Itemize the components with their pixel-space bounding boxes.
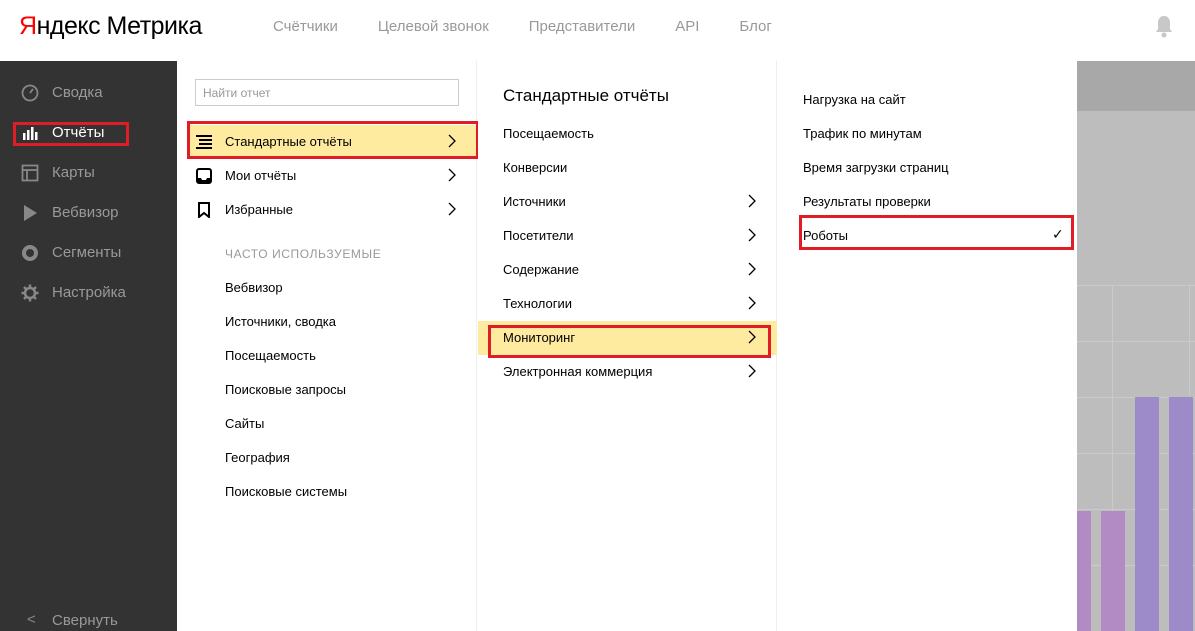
gear-icon [21, 284, 39, 302]
report-item-label: Трафик по минутам [803, 126, 922, 141]
logo[interactable]: Яндекс Метрика [19, 10, 202, 42]
checkmark-icon: ✓ [1052, 226, 1064, 242]
report-item-technologies[interactable]: Технологии [478, 287, 777, 321]
chevron-right-icon [748, 228, 756, 242]
report-item-ecommerce[interactable]: Электронная коммерция [478, 355, 777, 389]
reports-menu: Стандартные отчёты Мои отчёты Избранные … [177, 61, 479, 631]
nav-counters[interactable]: Счётчики [273, 17, 338, 37]
menu-item-my-reports[interactable]: Мои отчёты [187, 159, 477, 193]
grid-line [1077, 285, 1195, 286]
report-item-check-results[interactable]: Результаты проверки [778, 185, 1077, 219]
frequent-item[interactable]: Источники, сводка [225, 313, 336, 331]
chart-bar [1169, 397, 1193, 631]
frequent-section-title: ЧАСТО ИСПОЛЬЗУЕМЫЕ [225, 247, 382, 261]
nav-target-call[interactable]: Целевой звонок [378, 17, 489, 37]
frequent-item[interactable]: Вебвизор [225, 279, 283, 297]
frequent-item[interactable]: Сайты [225, 415, 264, 433]
report-item-label: Результаты проверки [803, 194, 931, 209]
background-toolbar [1077, 61, 1195, 111]
chevron-right-icon [748, 364, 756, 378]
chevron-right-icon [448, 134, 456, 148]
bell-icon[interactable] [1154, 14, 1174, 38]
menu-item-label: Стандартные отчёты [225, 134, 352, 149]
report-item-label: Электронная коммерция [503, 364, 653, 379]
sidebar-item-label: Сводка [52, 84, 103, 101]
chart-bar [1101, 511, 1125, 631]
chevron-right-icon [748, 262, 756, 276]
chevron-right-icon [748, 194, 756, 208]
nav-blog[interactable]: Блог [739, 17, 771, 37]
frequent-item[interactable]: Поисковые системы [225, 483, 347, 501]
standard-reports-panel: Стандартные отчёты Посещаемость Конверси… [478, 61, 777, 631]
background-page-overlay [1077, 61, 1195, 631]
sidebar-item-label: Сегменты [52, 244, 122, 261]
collapse-label: Свернуть [52, 612, 118, 629]
menu-item-label: Избранные [225, 202, 293, 217]
report-item-label: Посещаемость [503, 126, 594, 141]
frequent-item[interactable]: Посещаемость [225, 347, 316, 365]
logo-ya: Я [19, 12, 37, 40]
grid-line [1077, 341, 1195, 342]
chevron-right-icon [448, 168, 456, 182]
inbox-icon [196, 168, 212, 184]
report-item-sources[interactable]: Источники [478, 185, 777, 219]
sidebar-item-summary[interactable]: Сводка [0, 73, 177, 113]
annotation-highlight-reports [13, 122, 129, 146]
menu-item-standard-reports[interactable]: Стандартные отчёты [187, 125, 477, 159]
top-nav: Счётчики Целевой звонок Представители AP… [273, 17, 812, 37]
report-item-robots[interactable]: Роботы ✓ [778, 219, 1077, 253]
chevron-right-icon [748, 296, 756, 310]
nav-representatives[interactable]: Представители [529, 17, 635, 37]
chevron-right-icon [448, 202, 456, 216]
sidebar-item-segments[interactable]: Сегменты [0, 233, 177, 273]
report-item-label: Содержание [503, 262, 579, 277]
report-item-monitoring[interactable]: Мониторинг [478, 321, 777, 355]
logo-text: ндекс Метрика [36, 12, 203, 40]
report-item-label: Время загрузки страниц [803, 160, 949, 175]
report-item-site-load[interactable]: Нагрузка на сайт [778, 83, 1077, 117]
report-item-label: Мониторинг [503, 330, 576, 345]
report-item-label: Посетители [503, 228, 574, 243]
sidebar: Сводка Отчёты Карты Вебвизор Сегменты На… [0, 61, 177, 631]
monitoring-panel: Нагрузка на сайт Трафик по минутам Время… [778, 61, 1077, 631]
pie-icon [22, 245, 38, 261]
play-icon [24, 205, 37, 221]
sidebar-item-settings[interactable]: Настройка [0, 273, 177, 313]
report-item-visitors[interactable]: Посетители [478, 219, 777, 253]
sidebar-item-label: Настройка [52, 284, 126, 301]
report-item-label: Нагрузка на сайт [803, 92, 906, 107]
sidebar-item-label: Вебвизор [52, 204, 119, 221]
menu-item-favorites[interactable]: Избранные [187, 193, 477, 227]
bookmark-icon [198, 202, 210, 218]
header: Яндекс Метрика Счётчики Целевой звонок П… [0, 0, 1195, 61]
report-item-traffic-per-minute[interactable]: Трафик по минутам [778, 117, 1077, 151]
chevron-left-icon: < [27, 611, 36, 628]
menu-item-label: Мои отчёты [225, 168, 297, 183]
report-item-page-load-time[interactable]: Время загрузки страниц [778, 151, 1077, 185]
report-item-label: Источники [503, 194, 566, 209]
gauge-icon [21, 84, 39, 102]
frequent-item[interactable]: Поисковые запросы [225, 381, 346, 399]
report-item-conversions[interactable]: Конверсии [478, 151, 777, 185]
sidebar-item-webvisor[interactable]: Вебвизор [0, 193, 177, 233]
sidebar-item-maps[interactable]: Карты [0, 153, 177, 193]
frequent-item[interactable]: География [225, 449, 290, 467]
report-item-attendance[interactable]: Посещаемость [478, 117, 777, 151]
layout-icon [21, 164, 39, 182]
report-search-input[interactable] [195, 79, 459, 106]
report-item-label: Технологии [503, 296, 573, 311]
nav-api[interactable]: API [675, 17, 699, 37]
report-item-label: Конверсии [503, 160, 568, 175]
panel-title: Стандартные отчёты [503, 86, 669, 105]
chart-bar [1077, 511, 1091, 631]
collapse-sidebar-button[interactable]: < Свернуть [0, 609, 177, 631]
report-item-content[interactable]: Содержание [478, 253, 777, 287]
report-item-label: Роботы [803, 228, 849, 243]
chart-bar [1135, 397, 1159, 631]
sidebar-item-label: Карты [52, 164, 95, 181]
chevron-right-icon [748, 330, 756, 344]
list-icon [196, 135, 212, 149]
